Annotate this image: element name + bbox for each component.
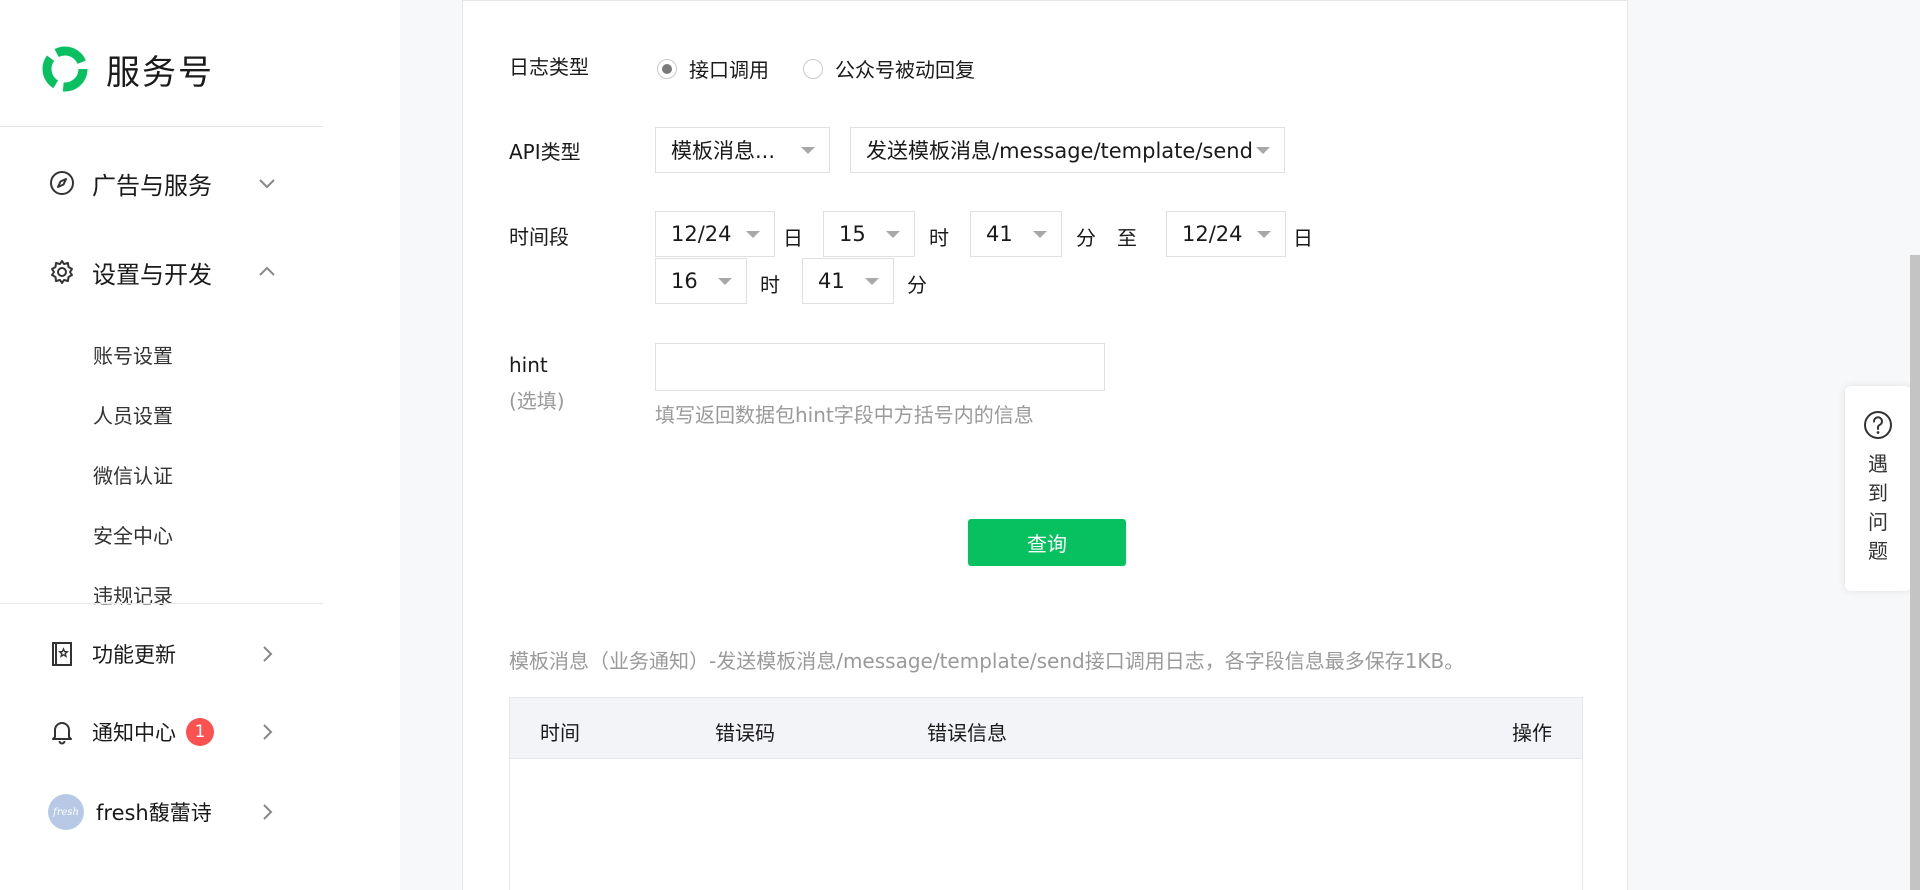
time-range-label: 时间段 bbox=[509, 225, 569, 249]
radio-label: 公众号被动回复 bbox=[835, 58, 975, 82]
radio-label: 接口调用 bbox=[689, 58, 769, 82]
select-value: 模板消息... bbox=[671, 139, 776, 163]
sidebar-item-violation-records[interactable]: 违规记录 bbox=[93, 580, 173, 609]
select-value: 12/24 bbox=[671, 222, 732, 246]
select-value: 16 bbox=[671, 269, 698, 293]
start-hour-select[interactable]: 15 bbox=[823, 211, 915, 257]
caret-down-icon bbox=[886, 231, 900, 238]
service-account-logo-icon bbox=[42, 46, 88, 92]
chevron-up-icon bbox=[256, 261, 278, 283]
notebook-star-icon bbox=[48, 640, 76, 668]
nav-account-profile[interactable]: fresh fresh馥蕾诗 bbox=[48, 792, 278, 832]
query-button[interactable]: 查询 bbox=[968, 519, 1126, 566]
start-date-select[interactable]: 12/24 bbox=[655, 211, 775, 257]
end-minute-select[interactable]: 41 bbox=[802, 258, 894, 304]
end-date-select[interactable]: 12/24 bbox=[1166, 211, 1286, 257]
nav-row-label: 通知中心 bbox=[92, 721, 176, 745]
radio-dot bbox=[803, 58, 823, 79]
radio-interface-call[interactable]: 接口调用 bbox=[657, 54, 769, 83]
help-float-button[interactable]: 遇到问题 bbox=[1845, 386, 1911, 591]
sidebar-item-staff-settings[interactable]: 人员设置 bbox=[93, 400, 173, 429]
app-name: 服务号 bbox=[106, 52, 214, 93]
hint-label: hint bbox=[509, 353, 548, 377]
chevron-right-icon bbox=[256, 721, 278, 743]
nav-notification-center[interactable]: 通知中心 1 bbox=[48, 712, 278, 752]
unit-hour: 时 bbox=[760, 273, 780, 297]
chevron-right-icon bbox=[256, 643, 278, 665]
log-type-label: 日志类型 bbox=[509, 55, 589, 79]
account-name: fresh馥蕾诗 bbox=[96, 801, 212, 825]
compass-icon bbox=[48, 169, 76, 197]
api-type-label: API类型 bbox=[509, 140, 581, 164]
unit-hour: 时 bbox=[929, 226, 949, 250]
question-circle-icon bbox=[1864, 411, 1892, 439]
column-header-error-message: 错误信息 bbox=[927, 721, 1007, 745]
caret-down-icon bbox=[718, 278, 732, 285]
page-scrollbar[interactable] bbox=[1910, 255, 1920, 890]
sidebar-divider bbox=[0, 126, 323, 127]
log-table: 时间 错误码 错误信息 操作 bbox=[509, 697, 1583, 890]
radio-passive-reply[interactable]: 公众号被动回复 bbox=[803, 54, 975, 83]
notification-badge: 1 bbox=[186, 718, 214, 746]
unit-minute: 分 bbox=[1076, 226, 1096, 250]
column-header-error-code: 错误码 bbox=[715, 721, 775, 745]
nav-group-label: 广告与服务 bbox=[92, 171, 212, 200]
caret-down-icon bbox=[865, 278, 879, 285]
caret-down-icon bbox=[746, 231, 760, 238]
sidebar-divider bbox=[0, 603, 323, 604]
sidebar-item-account-settings[interactable]: 账号设置 bbox=[93, 340, 173, 369]
unit-day: 日 bbox=[1293, 226, 1313, 250]
end-hour-select[interactable]: 16 bbox=[655, 258, 747, 304]
unit-day: 日 bbox=[783, 226, 803, 250]
caret-down-icon bbox=[801, 147, 815, 154]
avatar: fresh bbox=[48, 794, 84, 830]
sidebar-item-wechat-verify[interactable]: 微信认证 bbox=[93, 460, 173, 489]
column-header-actions: 操作 bbox=[1512, 721, 1552, 745]
logo[interactable]: 服务号 bbox=[40, 44, 214, 94]
nav-group-label: 设置与开发 bbox=[92, 260, 212, 289]
gear-icon bbox=[48, 258, 76, 286]
bell-icon bbox=[48, 718, 76, 746]
select-value: 41 bbox=[986, 222, 1013, 246]
sidebar: 服务号 广告与服务 设置与开发 账号设置 人员设置 微信认证 安全中心 违规记录… bbox=[0, 0, 400, 890]
select-value: 发送模板消息/message/template/send bbox=[866, 139, 1253, 163]
hint-input[interactable] bbox=[655, 343, 1105, 391]
chevron-right-icon bbox=[256, 801, 278, 823]
select-value: 12/24 bbox=[1182, 222, 1243, 246]
log-query-panel: 日志类型 接口调用 公众号被动回复 API类型 模板消息... 发送模板消息/m… bbox=[462, 0, 1628, 890]
select-value: 15 bbox=[839, 222, 866, 246]
chevron-down-icon bbox=[256, 172, 278, 194]
nav-feature-updates[interactable]: 功能更新 bbox=[48, 634, 278, 674]
select-value: 41 bbox=[818, 269, 845, 293]
help-float-text: 遇到问题 bbox=[1868, 452, 1888, 563]
api-category-select[interactable]: 模板消息... bbox=[655, 127, 830, 173]
column-header-time: 时间 bbox=[540, 721, 580, 745]
unit-minute: 分 bbox=[907, 273, 927, 297]
start-minute-select[interactable]: 41 bbox=[970, 211, 1062, 257]
radio-dot-checked bbox=[657, 58, 677, 79]
sidebar-item-security-center[interactable]: 安全中心 bbox=[93, 520, 173, 549]
nav-row-label: 功能更新 bbox=[92, 643, 176, 667]
nav-group-settings-dev[interactable]: 设置与开发 bbox=[48, 252, 278, 292]
table-header: 时间 错误码 错误信息 操作 bbox=[510, 698, 1582, 759]
caret-down-icon bbox=[1256, 147, 1270, 154]
result-description: 模板消息（业务通知）-发送模板消息/message/template/send接… bbox=[509, 649, 1465, 673]
api-endpoint-select[interactable]: 发送模板消息/message/template/send bbox=[850, 127, 1285, 173]
nav-group-ads-services[interactable]: 广告与服务 bbox=[48, 163, 278, 203]
caret-down-icon bbox=[1257, 231, 1271, 238]
hint-optional-label: (选填) bbox=[509, 389, 565, 413]
caret-down-icon bbox=[1033, 231, 1047, 238]
range-to: 至 bbox=[1117, 226, 1137, 250]
hint-help-text: 填写返回数据包hint字段中方括号内的信息 bbox=[655, 403, 1034, 427]
